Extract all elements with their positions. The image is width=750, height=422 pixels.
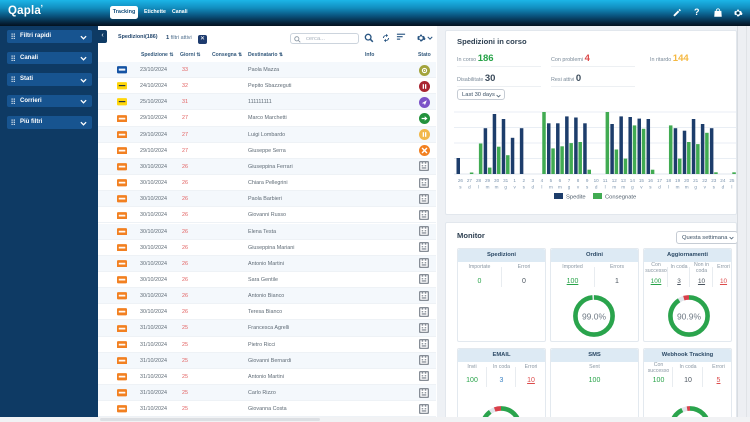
svg-text:10: 10 <box>594 178 600 183</box>
svg-text:l: l <box>541 185 542 190</box>
svg-text:v: v <box>577 185 580 190</box>
svg-text:m: m <box>612 185 616 190</box>
svg-text:m: m <box>558 185 562 190</box>
svg-text:g: g <box>504 185 507 190</box>
svg-text:13: 13 <box>621 178 627 183</box>
svg-text:18: 18 <box>666 178 672 183</box>
svg-text:12: 12 <box>612 178 618 183</box>
svg-text:s: s <box>586 185 589 190</box>
svg-text:g: g <box>694 185 697 190</box>
svg-text:28: 28 <box>476 178 482 183</box>
svg-text:v: v <box>704 185 707 190</box>
svg-text:11: 11 <box>603 178 608 183</box>
svg-text:6: 6 <box>559 178 562 183</box>
svg-text:s: s <box>649 185 652 190</box>
svg-text:m: m <box>495 185 499 190</box>
svg-text:23: 23 <box>711 178 717 183</box>
svg-text:31: 31 <box>503 178 509 183</box>
svg-text:19: 19 <box>675 178 681 183</box>
svg-text:16: 16 <box>648 178 654 183</box>
svg-text:14: 14 <box>630 178 636 183</box>
svg-text:m: m <box>549 185 553 190</box>
svg-text:s: s <box>459 185 462 190</box>
svg-text:90.9%: 90.9% <box>677 312 702 322</box>
svg-text:s: s <box>713 185 716 190</box>
svg-text:7: 7 <box>568 178 571 183</box>
svg-text:27: 27 <box>467 178 473 183</box>
svg-text:m: m <box>486 185 490 190</box>
svg-text:17: 17 <box>657 178 663 183</box>
svg-text:9: 9 <box>586 178 589 183</box>
svg-text:s: s <box>523 185 526 190</box>
svg-text:l: l <box>668 185 669 190</box>
svg-text:22: 22 <box>702 178 708 183</box>
svg-text:1: 1 <box>513 178 516 183</box>
svg-text:v: v <box>640 185 643 190</box>
svg-text:l: l <box>605 185 606 190</box>
svg-text:d: d <box>722 185 725 190</box>
svg-text:8: 8 <box>577 178 580 183</box>
svg-text:l: l <box>478 185 479 190</box>
svg-text:5: 5 <box>550 178 553 183</box>
svg-text:m: m <box>676 185 680 190</box>
svg-text:24: 24 <box>720 178 726 183</box>
svg-text:d: d <box>468 185 471 190</box>
svg-text:99.0%: 99.0% <box>582 312 607 322</box>
svg-text:26: 26 <box>458 178 464 183</box>
svg-text:25: 25 <box>729 178 735 183</box>
svg-text:3: 3 <box>532 178 535 183</box>
svg-text:21: 21 <box>693 178 699 183</box>
svg-text:d: d <box>595 185 598 190</box>
svg-text:g: g <box>631 185 634 190</box>
svg-text:m: m <box>685 185 689 190</box>
svg-text:l: l <box>731 185 732 190</box>
svg-text:d: d <box>532 185 535 190</box>
svg-text:15: 15 <box>639 178 645 183</box>
svg-text:d: d <box>658 185 661 190</box>
svg-text:2: 2 <box>522 178 525 183</box>
svg-text:m: m <box>621 185 625 190</box>
svg-text:v: v <box>514 185 517 190</box>
svg-text:4: 4 <box>541 178 544 183</box>
svg-text:g: g <box>568 185 571 190</box>
svg-text:20: 20 <box>684 178 690 183</box>
svg-text:30: 30 <box>494 178 500 183</box>
svg-text:29: 29 <box>485 178 491 183</box>
